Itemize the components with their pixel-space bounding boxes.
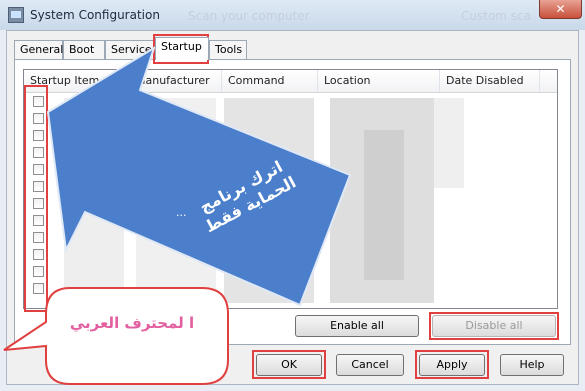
callout-bubble: [3, 287, 229, 385]
system-configuration-window: System Configuration Scan your computer …: [0, 0, 585, 391]
arrow-annotation-dots: ...: [176, 206, 187, 219]
tab-startup[interactable]: Startup: [155, 37, 209, 60]
annotation-arrow: [3, 45, 352, 385]
callout-text: ا لمحترف العربي: [69, 314, 195, 332]
